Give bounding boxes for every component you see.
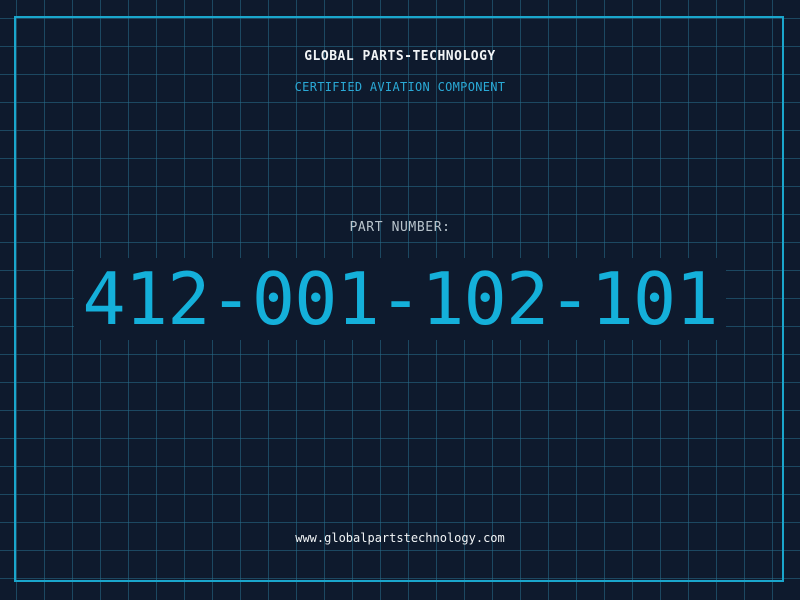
company-name: GLOBAL PARTS-TECHNOLOGY (304, 49, 496, 64)
certification-subtitle: CERTIFIED AVIATION COMPONENT (294, 80, 506, 94)
part-number-container: 412-001-102-101 (0, 258, 800, 340)
part-number-label: PART NUMBER: (349, 220, 451, 235)
part-number-value: 412-001-102-101 (74, 258, 726, 340)
website-url: www.globalpartstechnology.com (295, 531, 505, 545)
